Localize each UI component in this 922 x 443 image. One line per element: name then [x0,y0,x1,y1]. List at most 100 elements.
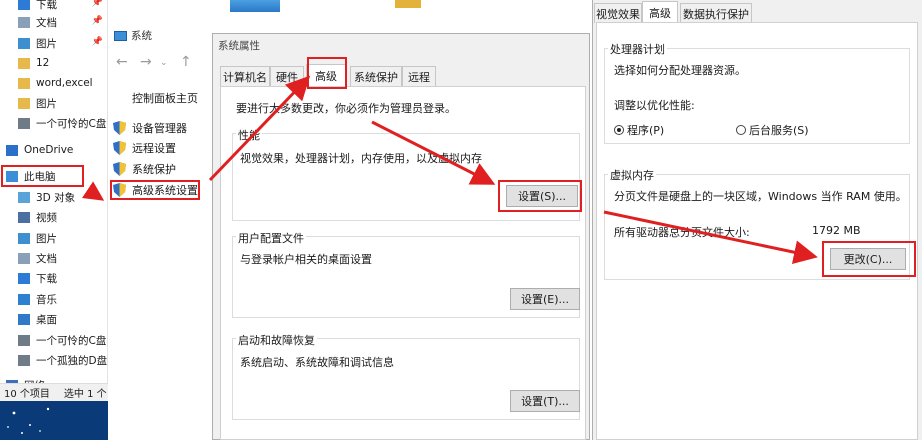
desktop-icon [18,313,30,325]
programs-radio[interactable]: 程序(P) [614,122,664,138]
user-profiles-settings-button[interactable]: 设置(E)... [510,288,580,310]
system-link-label: 设备管理器 [132,122,187,135]
tab-remote[interactable]: 远程 [402,66,436,86]
radio-selected-icon [614,125,624,135]
nav-item[interactable]: 一个孤独的D盘 [18,350,107,370]
nav-item[interactable]: 图片 [18,228,57,248]
cube-icon [18,191,30,203]
nav-item-label: 下载 [36,0,57,11]
explorer-nav-pane: 下载 📌 文档 📌 图片 📌 12 word,excel 图片 一个可怜的C盘 OneDrive 此电… [0,0,108,440]
nav-item-label: 下载 [36,272,57,285]
desktop-background [0,401,108,440]
paging-total-value: 1792 MB [812,224,861,237]
nav-item-label: 文档 [36,16,57,29]
download-icon [18,0,30,10]
system-link-0[interactable]: 设备管理器 [113,120,187,136]
highlight-advanced-tab [307,57,347,89]
nav-item-label: word,excel [36,77,93,89]
nav-item-label: 图片 [36,37,57,50]
tab-visual-effects[interactable]: 视觉效果 [594,3,642,23]
performance-label: 性能 [236,127,262,143]
nav-item[interactable]: 文档 [18,248,57,268]
nav-item[interactable]: 图片 [18,33,57,53]
tab-hardware[interactable]: 硬件 [270,66,304,86]
startup-recovery-description: 系统启动、系统故障和调试信息 [240,356,394,369]
nav-item[interactable]: 桌面 [18,309,57,329]
nav-item-label: 一个可怜的C盘 [36,117,107,130]
document-icon [18,16,30,28]
nav-item[interactable]: 3D 对象 [18,187,75,207]
highlight-advanced-settings [110,180,200,200]
up-arrow-icon[interactable]: ↑ [180,54,192,70]
virtual-memory-label: 虚拟内存 [608,167,656,183]
nav-item[interactable]: 音乐 [18,289,57,309]
nav-item[interactable]: 下载 [18,268,57,288]
nav-item[interactable]: 视频 [18,207,57,227]
radio-empty-icon [736,125,746,135]
picture-icon [18,232,30,244]
folder-thumb-icon [230,0,280,12]
video-icon [18,211,30,223]
pin-icon[interactable]: 📌 [92,0,103,8]
drive-icon [18,334,30,346]
background-services-radio[interactable]: 后台服务(S) [736,122,809,138]
highlight-change-button [822,241,916,277]
tab-dep[interactable]: 数据执行保护 [680,3,752,23]
startup-recovery-settings-button[interactable]: 设置(T)... [510,390,580,412]
tab-computer-name[interactable]: 计算机名 [220,66,270,86]
cloud-icon [6,144,18,156]
nav-item[interactable]: 一个可怜的C盘 [18,113,106,133]
nav-item[interactable]: 12 [18,53,49,73]
picture-icon [18,37,30,49]
explorer-status-bar: 10 个项目 选中 1 个 [0,383,108,401]
pin-icon[interactable]: 📌 [92,37,103,47]
nav-item-label: 图片 [36,232,57,245]
paging-total-label: 所有驱动器总分页文件大小: [614,226,750,239]
performance-description: 视觉效果，处理器计划，内存使用，以及虚拟内存 [240,152,482,165]
forward-arrow-icon[interactable]: → [140,54,152,70]
nav-item-label: 一个孤独的D盘 [36,354,108,367]
nav-item[interactable]: word,excel [18,73,93,93]
nav-item-label: 12 [36,57,50,69]
music-icon [18,293,30,305]
control-panel-home-link[interactable]: 控制面板主页 [132,90,198,106]
download-icon [18,272,30,284]
admin-note: 要进行大多数更改，你必须作为管理员登录。 [236,102,456,115]
nav-item-label: 3D 对象 [36,191,76,204]
nav-item[interactable]: 一个可怜的C盘 [18,330,106,350]
nav-item-label: 桌面 [36,313,57,326]
nav-item[interactable]: 文档 [18,12,57,32]
selected-count: 选中 1 个 [63,389,107,400]
system-link-label: 远程设置 [132,142,176,155]
folder-icon [18,97,30,109]
folder-icon [18,57,30,69]
document-icon [18,252,30,264]
nav-item-label: OneDrive [24,144,74,156]
virtual-memory-description: 分页文件是硬盘上的一块区域，Windows 当作 RAM 使用。 [614,190,907,203]
shield-icon [113,121,126,135]
tab-system-protection[interactable]: 系统保护 [350,66,402,86]
shield-icon [113,162,126,176]
back-arrow-icon[interactable]: ← [116,54,128,70]
processor-scheduling-description: 选择如何分配处理器资源。 [614,64,746,77]
chevron-down-icon[interactable]: ⌄ [160,58,168,68]
nav-item[interactable]: OneDrive [6,140,73,160]
system-link-1[interactable]: 远程设置 [113,140,176,156]
pin-icon[interactable]: 📌 [92,16,103,26]
nav-item-label: 文档 [36,252,57,265]
window-title: 系统 [131,30,152,42]
folder-thumb-icon [395,0,421,8]
dialog-title: 系统属性 [218,40,260,52]
user-profiles-description: 与登录帐户相关的桌面设置 [240,253,372,266]
folder-icon [18,77,30,89]
system-title-bar: 系统 [114,28,152,43]
system-link-2[interactable]: 系统保护 [113,161,176,177]
nav-item-label: 一个可怜的C盘 [36,334,107,347]
tab-perf-advanced[interactable]: 高级 [642,1,678,23]
nav-item[interactable]: 图片 [18,93,57,113]
nav-item-label: 图片 [36,97,57,110]
startup-recovery-label: 启动和故障恢复 [236,332,317,348]
highlight-this-pc [1,165,84,187]
system-link-label: 系统保护 [132,163,176,176]
nav-item-label: 音乐 [36,293,57,306]
